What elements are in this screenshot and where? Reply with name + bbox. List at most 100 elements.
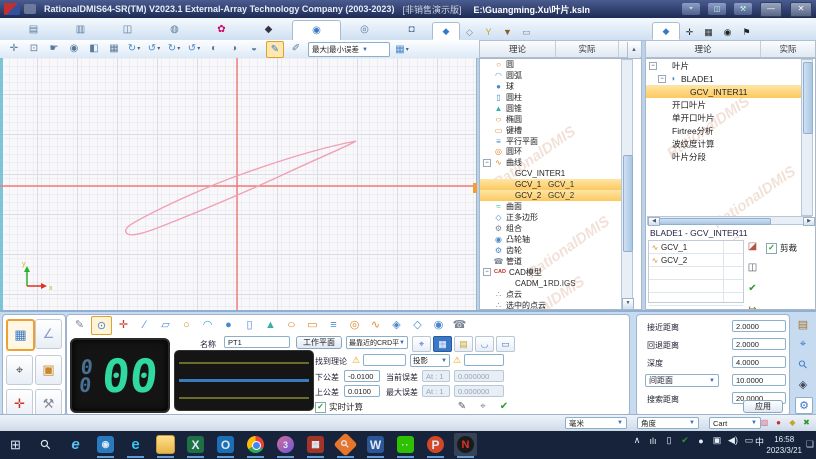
mode-button[interactable]: ⌖ — [6, 355, 33, 385]
expand-toggle[interactable]: − — [483, 158, 491, 167]
feature-tree-item[interactable]: ∴ 点云 — [480, 289, 621, 300]
ribbon-tab[interactable]: ◫ — [104, 20, 151, 39]
measure-tool-button[interactable]: ▭ — [303, 316, 322, 333]
measure-tool-button[interactable]: ▱ — [156, 316, 175, 333]
feature-tree-item[interactable]: ≡ 平行平面 — [480, 136, 621, 147]
units-dropdown[interactable]: 毫米 ▼ — [565, 417, 627, 429]
tray-icon[interactable]: ▭ — [744, 435, 754, 446]
actual-column-header[interactable]: 实际 — [556, 41, 619, 57]
taskbar-app[interactable]: O — [214, 433, 237, 458]
taskbar-app[interactable]: P — [424, 433, 447, 458]
tray-icon[interactable]: ▣ — [712, 435, 722, 446]
feature-tree-item[interactable]: ○ 圆 — [480, 59, 621, 70]
rail-button[interactable]: ⚙ — [795, 397, 813, 414]
view-toggle-button[interactable]: ▭ — [496, 336, 515, 352]
feature-tree-item[interactable]: ▭ 键槽 — [480, 125, 621, 136]
empty-row[interactable] — [649, 293, 743, 306]
segment-row[interactable]: ∿ GCV_2 — [649, 254, 743, 267]
empty-row[interactable] — [649, 280, 743, 293]
dropdown-arrow[interactable]: ▾ — [177, 45, 180, 52]
titlebar-tool[interactable]: ⚒ — [734, 3, 752, 15]
taskbar-app[interactable]: 3 — [274, 433, 297, 458]
tray-icon[interactable]: ◀) — [728, 435, 738, 446]
dropdown-arrow[interactable]: ▾ — [137, 45, 140, 52]
measure-tool-button[interactable]: ≡ — [324, 316, 343, 333]
scroll-right-button[interactable]: ▶ — [803, 217, 815, 226]
view-toggle-button[interactable]: ▦ — [433, 336, 452, 352]
feature-tree-item[interactable]: CADM_1 RD.IGS — [480, 278, 621, 289]
toolbar-button[interactable]: ↺ ▾ — [186, 41, 202, 56]
scrollbar-thumb[interactable] — [803, 62, 813, 134]
subpanel-action-button[interactable]: ◪ — [746, 240, 759, 253]
error-mode-dropdown[interactable]: 最大|最小误差 ▼ — [308, 42, 390, 57]
panel-tab[interactable]: Y — [479, 24, 498, 40]
toolbar-button[interactable]: ◒▾ — [246, 41, 262, 56]
taskbar-app[interactable]: W — [364, 433, 387, 458]
blade-tree-item[interactable]: − 叶片 — [646, 59, 801, 72]
empty-row[interactable] — [649, 267, 743, 280]
panel-tab[interactable]: ⚑ — [737, 24, 756, 40]
plane-dropdown[interactable]: 最靠近的CRD平面▼ — [346, 336, 408, 349]
status-button[interactable]: ▧ — [759, 417, 770, 428]
ribbon-tab[interactable]: ▤ — [10, 20, 57, 39]
view-toggle-button[interactable]: ◡ — [475, 336, 494, 352]
trim-checkbox[interactable]: ✓ 剪裁 — [766, 242, 797, 254]
toolbar-button[interactable]: ✛▾ — [6, 41, 22, 56]
feature-tree-item[interactable]: ∴ 选中的点云 — [480, 300, 621, 309]
found-theory-input[interactable] — [363, 354, 406, 366]
panel-tab[interactable]: ▭ — [517, 24, 536, 40]
angle-dropdown[interactable]: 角度 ▼ — [637, 417, 699, 429]
subpanel-action-button[interactable]: ◫ — [746, 261, 759, 274]
param-input[interactable]: 4.0000 — [732, 356, 786, 368]
panel-tab[interactable]: ◇ — [460, 24, 479, 40]
toolbar-button[interactable]: ↻ ▾ — [166, 41, 182, 56]
feature-tree-item[interactable]: ◉ 凸轮轴 — [480, 234, 621, 245]
feature-tree-item[interactable]: − CAD CAD模型 — [480, 267, 621, 278]
taskbar-app[interactable]: ⚲ — [34, 433, 57, 456]
feature-tree-item[interactable]: ▲ 圆锥 — [480, 103, 621, 114]
feature-tree-item[interactable]: − ∿ 曲线 — [480, 157, 621, 168]
tray-icon[interactable]: ▯ — [664, 435, 674, 446]
ribbon-tab[interactable]: ◍ — [151, 20, 198, 39]
dropdown-arrow[interactable]: ▾ — [157, 45, 160, 52]
taskbar-clock[interactable]: 16:58 2023/3/21 — [766, 434, 802, 456]
feature-tree-item[interactable]: ≈ 曲面 — [480, 201, 621, 212]
display-option-button[interactable]: ▦ ▾ — [394, 42, 410, 57]
taskbar-app[interactable]: e — [124, 433, 147, 458]
workplane-button[interactable]: 工作平面 — [296, 336, 342, 349]
mode-button[interactable]: ▣ — [35, 355, 62, 385]
actual-column-header[interactable]: 实际 — [761, 41, 815, 57]
panel-tab[interactable]: ◆ — [652, 22, 680, 40]
measure-tool-button[interactable]: ∕ — [135, 316, 154, 333]
measure-tool-button[interactable]: ▲ — [261, 316, 280, 333]
measure-tool-button[interactable]: ● — [219, 316, 238, 333]
tray-icon[interactable]: ılı — [648, 436, 658, 446]
measure-tool-button[interactable]: ∿ — [366, 316, 385, 333]
feature-tree-item[interactable]: ⚙ 组合 — [480, 223, 621, 234]
tray-icon[interactable]: ● — [696, 436, 706, 446]
taskbar-app[interactable] — [244, 433, 267, 458]
panel-tab[interactable]: ▼ — [498, 24, 517, 40]
blade-tree-item[interactable]: 单开口叶片 — [646, 111, 801, 124]
splitter-grip[interactable] — [473, 183, 477, 193]
tray-icon[interactable]: ∧ — [632, 435, 642, 446]
measure-tool-button[interactable]: ◇ — [408, 316, 427, 333]
notification-center-icon[interactable]: ❏ — [806, 439, 814, 450]
measure-tool-button[interactable]: ◠ — [198, 316, 217, 333]
ribbon-tab[interactable]: ◘ — [388, 20, 435, 39]
panel-tab[interactable]: ◆ — [432, 22, 460, 40]
mode-button[interactable]: ∠ — [35, 319, 62, 349]
ribbon-tab[interactable]: ◉ — [292, 20, 341, 41]
rail-button[interactable]: ⚲ — [795, 357, 811, 372]
blade-tree-item[interactable]: 波纹度计算 — [646, 137, 801, 150]
taskbar-app[interactable]: ·· — [394, 433, 417, 458]
feature-tree-item[interactable]: ● 球 — [480, 81, 621, 92]
action-button[interactable]: ⌖ — [476, 400, 490, 413]
vertical-scrollbar[interactable] — [801, 59, 813, 216]
theory-column-header[interactable]: 理论 — [480, 41, 556, 57]
graphics-viewport[interactable]: y x — [0, 58, 477, 310]
measure-tool-button[interactable]: ◈ — [387, 316, 406, 333]
measure-tool-button[interactable]: ◎ — [345, 316, 364, 333]
status-button[interactable]: ✖ — [801, 417, 812, 428]
horizontal-scrollbar[interactable]: ◀ ▶ — [647, 216, 815, 226]
